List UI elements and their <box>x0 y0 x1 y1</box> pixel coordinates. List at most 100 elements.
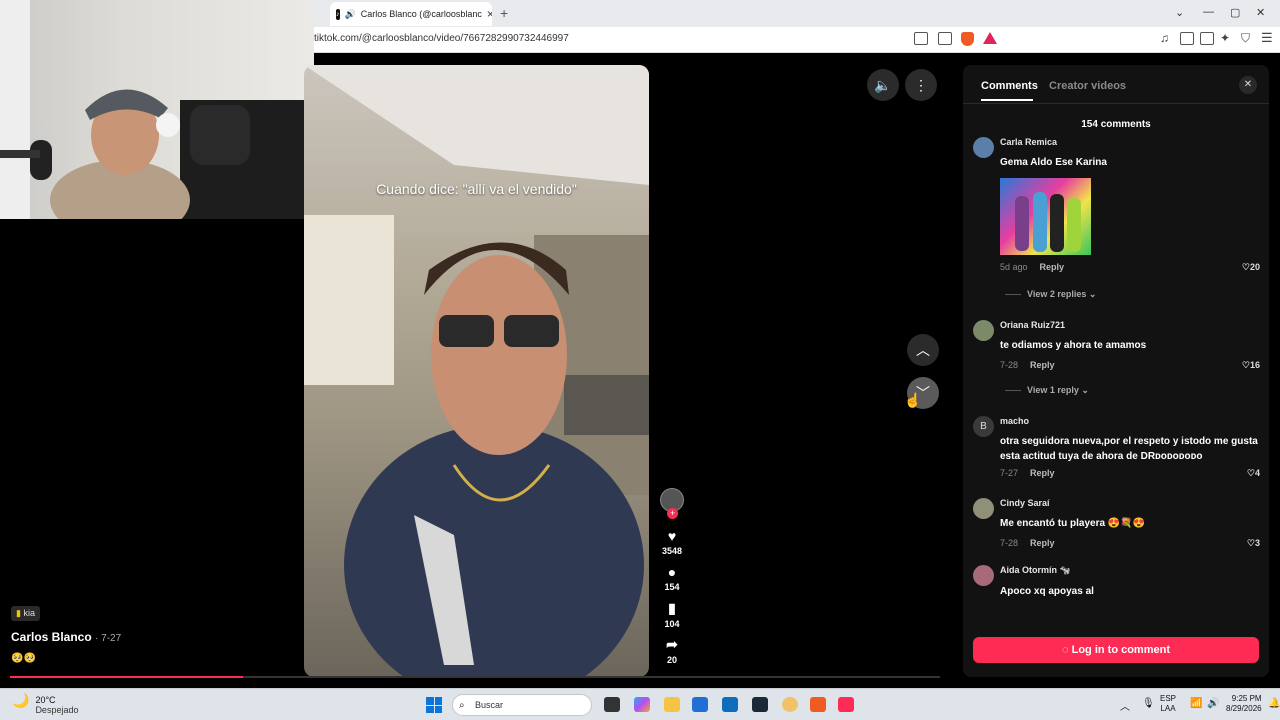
heart-icon: ♥ <box>667 528 677 544</box>
weather-description: Despejado <box>35 705 79 715</box>
avatar[interactable] <box>973 320 994 341</box>
url-text[interactable]: tiktok.com/@carloosblanco/video/76672829… <box>314 33 569 44</box>
volume-button[interactable]: 🔈 <box>867 69 899 101</box>
video-progress-bar[interactable] <box>10 676 940 678</box>
like-button[interactable]: ♥ 3548 <box>660 528 684 556</box>
menu-icon[interactable]: ☰ <box>1261 30 1273 46</box>
music-icon[interactable]: ♫ <box>1160 31 1169 45</box>
comment-like-count: 4 <box>1254 468 1260 478</box>
clock[interactable]: 9:25 PM 8/29/2026 <box>1226 694 1262 714</box>
steam-icon[interactable] <box>752 697 768 712</box>
reply-button[interactable]: Reply <box>1030 538 1055 548</box>
login-label: Log in to comment <box>1071 644 1170 656</box>
webcam-overlay <box>0 0 314 219</box>
share-icon: ➦ <box>666 636 678 652</box>
heart-outline-icon: ♡ <box>1241 262 1250 272</box>
close-panel-icon[interactable]: ✕ <box>1239 76 1257 94</box>
comment-text: Me encantó tu playera 😍💐😍 <box>1000 518 1146 529</box>
comment-button[interactable]: ● 154 <box>660 564 684 592</box>
brave-browser-icon[interactable] <box>810 697 826 712</box>
tab-creator-videos[interactable]: Creator videos <box>1049 80 1126 92</box>
comment-like-count: 3 <box>1254 538 1260 548</box>
tab-search-icon[interactable]: ⌄ <box>1175 6 1184 19</box>
outlook-icon[interactable] <box>722 697 738 712</box>
leo-ai-icon[interactable]: ✦ <box>1220 31 1230 45</box>
comment-meta: 7-27 Reply ♡4 <box>1000 468 1260 478</box>
comment-author[interactable]: macho <box>1000 416 1260 426</box>
keyboard-layout: LAA <box>1160 704 1176 713</box>
save-count: 104 <box>664 619 680 629</box>
more-options-button[interactable]: ⋮ <box>905 69 937 101</box>
start-icon[interactable] <box>426 697 442 713</box>
heart-outline-icon: ♡ <box>1241 360 1250 370</box>
wifi-icon[interactable]: 📶 <box>1190 698 1202 709</box>
comment-like-button[interactable]: ♡16 <box>1242 360 1260 371</box>
translate-icon[interactable] <box>914 32 928 45</box>
reply-button[interactable]: Reply <box>1040 262 1065 272</box>
video-player[interactable] <box>304 65 649 677</box>
task-view-icon[interactable] <box>604 697 620 712</box>
weather-widget[interactable]: 🌙 20°C Despejado <box>12 692 79 715</box>
avatar[interactable] <box>973 565 994 586</box>
previous-video-button[interactable]: ︿ <box>907 334 939 366</box>
taskbar-search[interactable]: Buscar <box>452 694 592 716</box>
comment-like-button[interactable]: ♡3 <box>1247 538 1260 549</box>
comment-image[interactable] <box>1000 178 1091 255</box>
chevron-up-icon: ︿ <box>916 342 930 358</box>
minimize-icon[interactable]: — <box>1203 6 1214 18</box>
volume-tray-icon[interactable]: 🔊 <box>1207 698 1219 709</box>
show-hidden-icons[interactable]: ︿ <box>1120 698 1130 713</box>
avatar[interactable] <box>973 137 994 158</box>
comment-meta: 5d ago Reply ♡20 <box>1000 262 1260 272</box>
login-to-comment-button[interactable]: ◌ Log in to comment <box>973 637 1259 663</box>
comment-like-button[interactable]: ♡20 <box>1242 262 1260 273</box>
tiktok-app-icon[interactable] <box>838 697 854 712</box>
browser-tab[interactable]: ♪ 🔊 Carlos Blanco (@carloosblanc × <box>330 2 492 26</box>
speaker-icon: 🔈 <box>874 76 892 93</box>
microphone-icon[interactable]: 🎙 <box>1142 698 1155 709</box>
comment-author[interactable]: Oriana Ruiz721 <box>1000 320 1260 330</box>
flag-icon: ▮ <box>16 608 21 618</box>
new-tab-icon[interactable]: + <box>500 5 508 21</box>
notification-icon[interactable]: 🔔 <box>1268 698 1280 709</box>
language-indicator[interactable]: ESP LAA <box>1160 694 1176 714</box>
comment-author[interactable]: Cindy Saraí <box>1000 498 1260 508</box>
comment-author[interactable]: Carla Remica <box>1000 137 1260 147</box>
comment-like-count: 16 <box>1249 360 1260 370</box>
tab-close-icon[interactable]: × <box>487 7 492 21</box>
avatar[interactable] <box>973 498 994 519</box>
vpn-icon[interactable]: ⛉ <box>1241 31 1250 46</box>
file-explorer-icon[interactable] <box>664 697 680 712</box>
search-label: Buscar <box>475 700 504 710</box>
comment-author[interactable]: Aida Otormín 🐄 <box>1000 565 1260 576</box>
view-replies-button[interactable]: View 1 reply ⌄ <box>1005 385 1089 396</box>
author-name[interactable]: Carlos Blanco <box>11 630 92 644</box>
speaker-icon: 🔊 <box>344 8 356 19</box>
share-button[interactable]: ➦ 20 <box>660 636 684 665</box>
sponsor-badge[interactable]: ▮ kia <box>11 606 40 621</box>
comment-like-button[interactable]: ♡4 <box>1247 468 1260 479</box>
moon-icon: 🌙 <box>12 692 30 708</box>
reply-button[interactable]: Reply <box>1030 360 1055 370</box>
sidebar-icon[interactable] <box>1180 32 1194 45</box>
brave-shield-icon[interactable] <box>961 32 974 46</box>
brave-rewards-icon[interactable] <box>983 32 997 44</box>
author-line[interactable]: Carlos Blanco · 7-27 <box>11 630 121 644</box>
cast-icon[interactable] <box>938 32 952 45</box>
time: 9:25 PM <box>1231 694 1262 703</box>
save-button[interactable]: ▮ 104 <box>660 600 684 629</box>
heart-outline-icon: ♡ <box>1246 468 1255 478</box>
window-close-icon[interactable]: ✕ <box>1256 6 1265 19</box>
comment-time: 7-28 <box>1000 538 1019 548</box>
badge-label: kia <box>23 608 35 618</box>
follow-plus-icon[interactable]: + <box>667 508 678 519</box>
tab-comments[interactable]: Comments <box>981 80 1038 92</box>
wallet-icon[interactable] <box>1200 32 1214 45</box>
reply-button[interactable]: Reply <box>1030 468 1055 478</box>
maximize-icon[interactable]: ▢ <box>1230 6 1240 19</box>
store-icon[interactable] <box>692 697 708 712</box>
chat-app-icon[interactable] <box>782 697 798 712</box>
view-replies-button[interactable]: View 2 replies ⌄ <box>1005 289 1096 300</box>
avatar[interactable]: B <box>973 416 994 437</box>
copilot-icon[interactable] <box>634 697 650 712</box>
